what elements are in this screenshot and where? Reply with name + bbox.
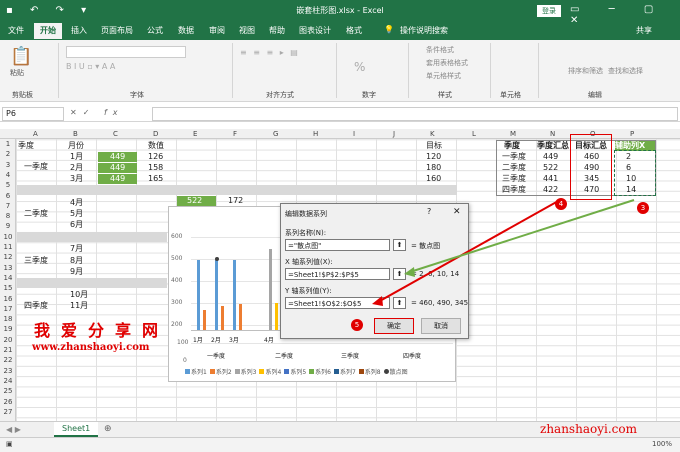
watermark-url: www.zhanshaoyi.com <box>32 342 150 353</box>
sheet-tab[interactable]: Sheet1 <box>54 422 99 437</box>
add-sheet-icon[interactable]: ⊕ <box>104 424 112 434</box>
watermark-url-bottom: zhanshaoyi.com <box>540 422 637 436</box>
watermark-text: 我爱分享网 <box>34 321 170 340</box>
status-mode-icon: ▣ <box>6 440 13 448</box>
sheet-nav-icon[interactable]: ◀ ▶ <box>6 425 21 434</box>
step-badge: 5 <box>351 319 363 331</box>
step-badge: 3 <box>637 202 649 214</box>
step-badge: 4 <box>555 198 567 210</box>
status-bar: ▣ 100% <box>0 437 680 452</box>
annotation-arrows <box>372 199 635 306</box>
zoom-level[interactable]: 100% <box>652 440 672 448</box>
